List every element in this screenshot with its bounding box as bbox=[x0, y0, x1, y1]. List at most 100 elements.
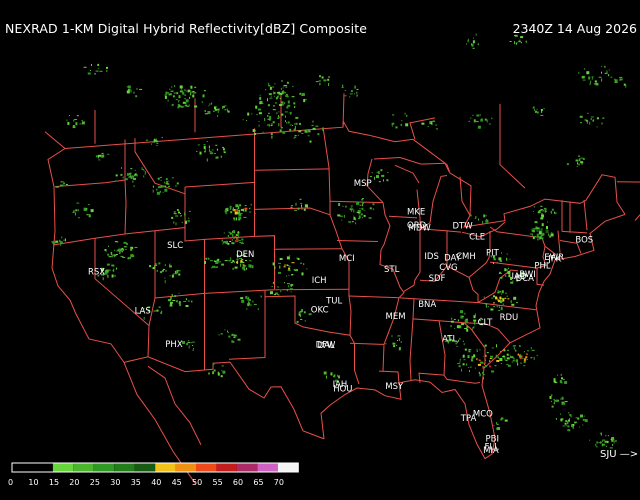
echo-pixel bbox=[221, 263, 225, 266]
echo-pixel bbox=[208, 105, 210, 107]
border-line bbox=[336, 240, 379, 242]
echo-pixel bbox=[170, 296, 172, 299]
echo-pixel bbox=[604, 65, 606, 68]
echo-pixel bbox=[478, 359, 481, 361]
echo-pixel bbox=[361, 199, 364, 201]
echo-pixel bbox=[509, 41, 512, 42]
border-line bbox=[348, 295, 400, 299]
echo-pixel bbox=[272, 105, 275, 107]
echo-pixel bbox=[541, 110, 543, 113]
echo-pixel bbox=[392, 342, 396, 345]
echo-pixel bbox=[287, 283, 290, 285]
echo-pixel bbox=[277, 117, 280, 119]
echo-pixel bbox=[89, 70, 91, 71]
echo-pixel bbox=[184, 212, 186, 216]
echo-pixel bbox=[466, 326, 469, 329]
echo-pixel bbox=[75, 209, 78, 212]
echo-pixel bbox=[431, 124, 433, 126]
echo-pixel bbox=[459, 358, 461, 361]
echo-pixel bbox=[158, 262, 161, 265]
echo-pixel bbox=[286, 264, 288, 266]
echo-pixel bbox=[289, 255, 291, 257]
echo-pixel bbox=[161, 269, 164, 272]
echo-pixel bbox=[188, 210, 191, 212]
echo-pixel bbox=[462, 354, 465, 358]
echo-pixel bbox=[300, 319, 303, 320]
echo-pixel bbox=[551, 400, 552, 402]
echo-pixel bbox=[238, 216, 242, 220]
echo-pixel bbox=[489, 122, 491, 125]
echo-pixel bbox=[165, 269, 167, 272]
echo-pixel bbox=[121, 248, 125, 251]
echo-pixel bbox=[469, 366, 472, 368]
echo-pixel bbox=[224, 329, 226, 331]
echo-pixel bbox=[490, 355, 493, 358]
echo-pixel bbox=[582, 418, 585, 421]
echo-pixel bbox=[243, 269, 246, 271]
echo-pixel bbox=[461, 368, 462, 372]
echo-pixel bbox=[537, 238, 539, 241]
echo-pixel bbox=[185, 298, 187, 301]
echo-pixel bbox=[304, 98, 306, 100]
echo-pixel bbox=[355, 218, 357, 221]
echo-pixel bbox=[215, 156, 219, 159]
echo-pixel bbox=[498, 310, 500, 311]
echo-pixel bbox=[303, 263, 305, 266]
echo-pixel bbox=[518, 353, 519, 356]
echo-pixel bbox=[172, 95, 175, 98]
echo-pixel bbox=[387, 172, 389, 173]
echo-pixel bbox=[540, 209, 543, 211]
echo-pixel bbox=[223, 232, 225, 234]
echo-pixel bbox=[228, 331, 230, 333]
echo-pixel bbox=[74, 212, 76, 216]
echo-pixel bbox=[404, 112, 406, 115]
echo-pixel bbox=[178, 105, 181, 108]
echo-pixel bbox=[230, 207, 232, 209]
station-label: TPA bbox=[460, 414, 477, 424]
station-label: DCA bbox=[516, 274, 534, 284]
echo-pixel bbox=[159, 186, 163, 188]
border-line bbox=[254, 168, 330, 171]
echo-pixel bbox=[252, 129, 255, 132]
echo-pixel bbox=[248, 301, 250, 304]
echo-pixel bbox=[301, 272, 304, 276]
echo-pixel bbox=[589, 439, 591, 441]
echo-pixel bbox=[115, 241, 119, 243]
echo-pixel bbox=[319, 82, 321, 85]
echo-pixel bbox=[194, 86, 197, 88]
echo-pixel bbox=[380, 169, 383, 172]
echo-pixel bbox=[479, 361, 483, 364]
echo-pixel bbox=[491, 117, 493, 119]
echo-pixel bbox=[309, 140, 312, 143]
echo-pixel bbox=[458, 365, 461, 368]
echo-pixel bbox=[249, 208, 250, 210]
echo-pixel bbox=[506, 295, 508, 297]
echo-pixel bbox=[467, 40, 469, 43]
echo-pixel bbox=[167, 299, 171, 302]
sju-link[interactable]: SJU —> bbox=[600, 449, 638, 460]
echo-pixel bbox=[456, 345, 458, 347]
echo-pixel bbox=[540, 109, 543, 111]
echo-pixel bbox=[472, 328, 474, 330]
echo-pixel bbox=[484, 344, 487, 347]
echo-pixel bbox=[466, 328, 469, 332]
echo-pixel bbox=[502, 355, 505, 358]
echo-pixel bbox=[497, 299, 499, 302]
echo-pixel bbox=[493, 262, 494, 265]
echo-pixel bbox=[294, 136, 297, 138]
legend-tick-label: 50 bbox=[192, 478, 202, 487]
echo-pixel bbox=[101, 152, 104, 154]
echo-pixel bbox=[266, 124, 269, 126]
echo-pixel bbox=[220, 333, 223, 335]
echo-pixel bbox=[579, 426, 581, 428]
echo-pixel bbox=[490, 308, 494, 311]
echo-pixel bbox=[341, 219, 343, 221]
echo-pixel bbox=[238, 219, 241, 221]
echo-pixel bbox=[178, 302, 181, 305]
echo-pixel bbox=[162, 191, 164, 193]
echo-pixel bbox=[270, 123, 273, 125]
echo-pixel bbox=[164, 181, 166, 184]
echo-pixel bbox=[500, 307, 503, 311]
echo-pixel bbox=[274, 83, 276, 85]
echo-pixel bbox=[549, 235, 552, 238]
